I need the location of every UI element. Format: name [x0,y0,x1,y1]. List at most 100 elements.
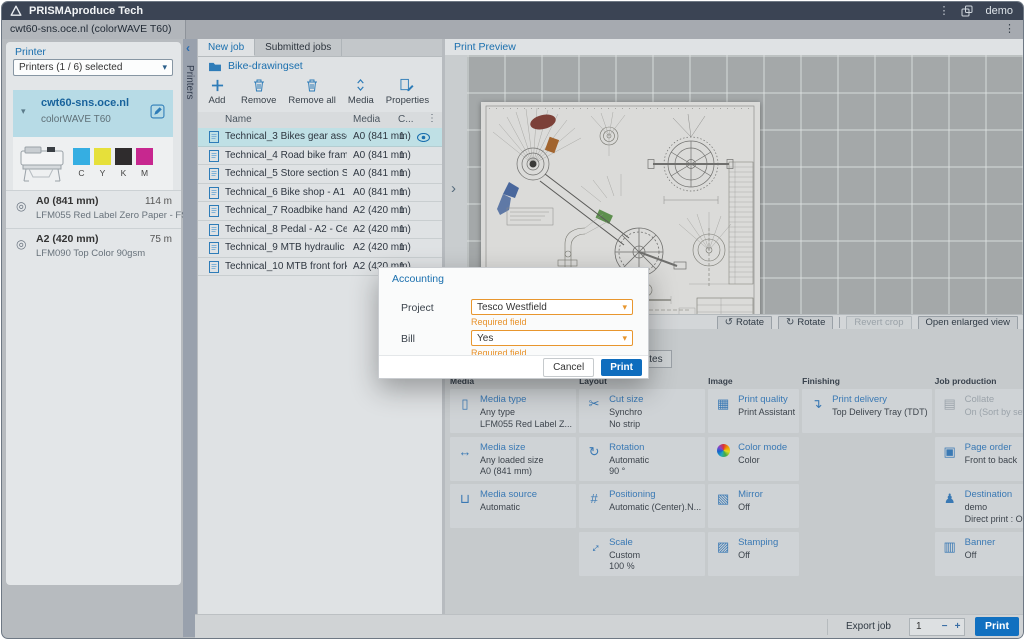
setting-tile[interactable]: ▤ Collate On (Sort by set) [935,389,1024,433]
settings-group-image: Image ▦ Print quality Print Assistant Co… [708,376,799,579]
print-delivery-icon: ↴ [809,396,825,412]
eye-icon[interactable] [417,133,430,142]
prisma-logo-icon [10,5,22,17]
settings-group-finishing: Finishing ↴ Print delivery Top Delivery … [802,376,932,579]
rotate-left-button[interactable]: ↺ Rotate [717,316,772,330]
copies-stepper[interactable]: 1 − + [909,618,965,636]
revert-crop-button[interactable]: Revert crop [846,316,911,330]
table-row[interactable]: Technical_4 Road bike frame - ... A0 (84… [198,147,442,166]
folder-icon [208,61,222,72]
table-row[interactable]: Technical_8 Pedal - A2 - CeeCe... A2 (42… [198,221,442,240]
media-roll-item[interactable]: ◎ A2 (420 mm) 75 m LFM090 Top Color 90gs… [6,228,181,266]
required-field-hint: Required field [471,317,527,327]
printers-rail[interactable]: ‹ Printers [183,39,197,637]
setting-tile[interactable]: ▣ Page order Front to back [935,437,1024,481]
print-button[interactable]: Print [975,617,1019,636]
properties-icon [400,77,414,93]
ink-swatch-item: M [136,148,153,178]
printer-model: colorWAVE T60 [41,114,111,125]
media-button[interactable]: Media [348,77,374,106]
stamping-icon: ▨ [715,539,731,555]
expand-right-icon[interactable]: › [451,180,456,197]
tab-submitted-jobs[interactable]: Submitted jobs [255,39,342,56]
setting-tile[interactable]: ↔ Media size Any loaded size A0 (841 mm) [450,437,576,481]
edit-printer-icon[interactable] [150,104,165,119]
export-job-button[interactable]: Export job [838,619,899,634]
remove-all-button[interactable]: Remove all [288,77,336,106]
setting-tile[interactable]: ↴ Print delivery Top Delivery Tray (TDT) [802,389,932,433]
drawing-icon [209,242,219,254]
table-row[interactable]: Technical_5 Store section Side ... A0 (8… [198,165,442,184]
ink-color-swatch [73,148,90,165]
rotate-ccw-icon: ↺ [725,317,733,329]
column-options-icon[interactable]: ⋮ [427,114,437,124]
setting-tile[interactable]: ✂ Cut size Synchro No strip [579,389,705,433]
positioning-icon: # [586,491,602,506]
copies-value[interactable]: 1 [910,621,938,632]
setting-tile[interactable]: # Positioning Automatic (Center).N... [579,484,705,528]
field-select[interactable]: Tesco Westfield ▾ [471,299,633,315]
tab-new-job[interactable]: New job [198,39,255,56]
user-name[interactable]: demo [985,5,1013,17]
ink-letter: K [121,168,127,178]
accounting-dialog: Accounting Project Tesco Westfield ▾ Req… [378,267,649,379]
setting-tile[interactable]: ▯ Media type Any type LFM055 Red Label Z… [450,389,576,433]
chevron-down-icon: ▾ [622,333,627,344]
banner-icon: ▥ [942,539,958,555]
open-enlarged-view-button[interactable]: Open enlarged view [918,316,1019,330]
properties-button[interactable]: Properties [386,77,429,106]
jobs-table: Technical_3 Bikes gear assemb... A0 (841… [198,128,442,276]
jobs-toolbar: Add Remove Remove all Media [205,77,429,106]
media-roll-item[interactable]: ◎ A0 (841 mm) 114 m LFM055 Red Label Zer… [6,190,181,228]
tabstrip-menu-icon[interactable]: ⋮ [1004,24,1015,35]
printer-illustration [17,143,67,183]
setting-tile[interactable]: ↔ Scale Custom 100 % [579,532,705,576]
app-window: PRISMAproduce Tech ⋮ demo cwt60-sns.oce.… [1,1,1024,639]
sort-arrows-icon [354,77,367,93]
titlebar-menu-icon[interactable]: ⋮ [938,6,949,17]
printer-selector[interactable]: Printers (1 / 6) selected ▾ [13,59,173,76]
settings-group-media: Media ▯ Media type Any type LFM055 Red L… [450,376,576,579]
plus-icon [211,77,224,93]
scale-icon: ↔ [583,535,605,557]
cut-size-icon: ✂ [586,396,602,412]
settings-group-job-production: Job production ▤ Collate On (Sort by set… [935,376,1024,579]
media-roll-list: ◎ A0 (841 mm) 114 m LFM055 Red Label Zer… [6,190,181,266]
increment-icon[interactable]: + [951,621,964,632]
setting-tile[interactable]: ♟ Destination demo Direct print : On [935,484,1024,528]
ink-swatch-item: K [115,148,132,178]
dialog-print-button[interactable]: Print [601,359,642,376]
field-select[interactable]: Yes ▾ [471,330,633,346]
trash-icon [253,77,265,93]
remove-button[interactable]: Remove [241,77,276,106]
printer-tab[interactable]: cwt60-sns.oce.nl (colorWAVE T60) [2,20,186,39]
cancel-button[interactable]: Cancel [543,358,594,377]
roll-icon: ◎ [16,237,26,251]
setting-tile[interactable]: Color mode Color [708,437,799,481]
setting-tile[interactable]: ▧ Mirror Off [708,484,799,528]
table-row[interactable]: Technical_7 Roadbike handle a... A2 (420… [198,202,442,221]
rotation-icon: ↻ [586,444,602,460]
setting-tile[interactable]: ▦ Print quality Print Assistant [708,389,799,433]
decrement-icon[interactable]: − [938,621,951,632]
color-mode-icon [717,444,730,457]
media-type-icon: ▯ [457,396,473,412]
setting-tile[interactable]: ⊔ Media source Automatic [450,484,576,528]
setting-tile[interactable]: ▨ Stamping Off [708,532,799,576]
jobs-table-header: Name Media C... ⋮ [198,112,442,129]
add-button[interactable]: Add [205,77,229,106]
rotate-right-button[interactable]: ↻ Rotate [778,316,833,330]
job-folder[interactable]: Bike-drawingset [208,60,303,72]
drawing-icon [209,131,219,143]
printer-card-body: C Y K [13,137,173,190]
table-row[interactable]: Technical_3 Bikes gear assemb... A0 (841… [198,128,442,147]
bottom-action-bar: Export job 1 − + Print [195,614,1023,638]
collapse-left-icon[interactable]: ‹ [186,41,190,55]
collapse-chevron-icon[interactable]: ▾ [21,106,26,117]
printer-card-header[interactable]: ▾ cwt60-sns.oce.nl colorWAVE T60 [13,90,173,137]
switch-workspace-icon[interactable] [961,5,973,17]
table-row[interactable]: Technical_6 Bike shop - A1 - C... A0 (84… [198,184,442,203]
table-row[interactable]: Technical_9 MTB hydraulic bra... A2 (420… [198,239,442,258]
setting-tile[interactable]: ↻ Rotation Automatic 90 ° [579,437,705,481]
setting-tile[interactable]: ▥ Banner Off [935,532,1024,576]
